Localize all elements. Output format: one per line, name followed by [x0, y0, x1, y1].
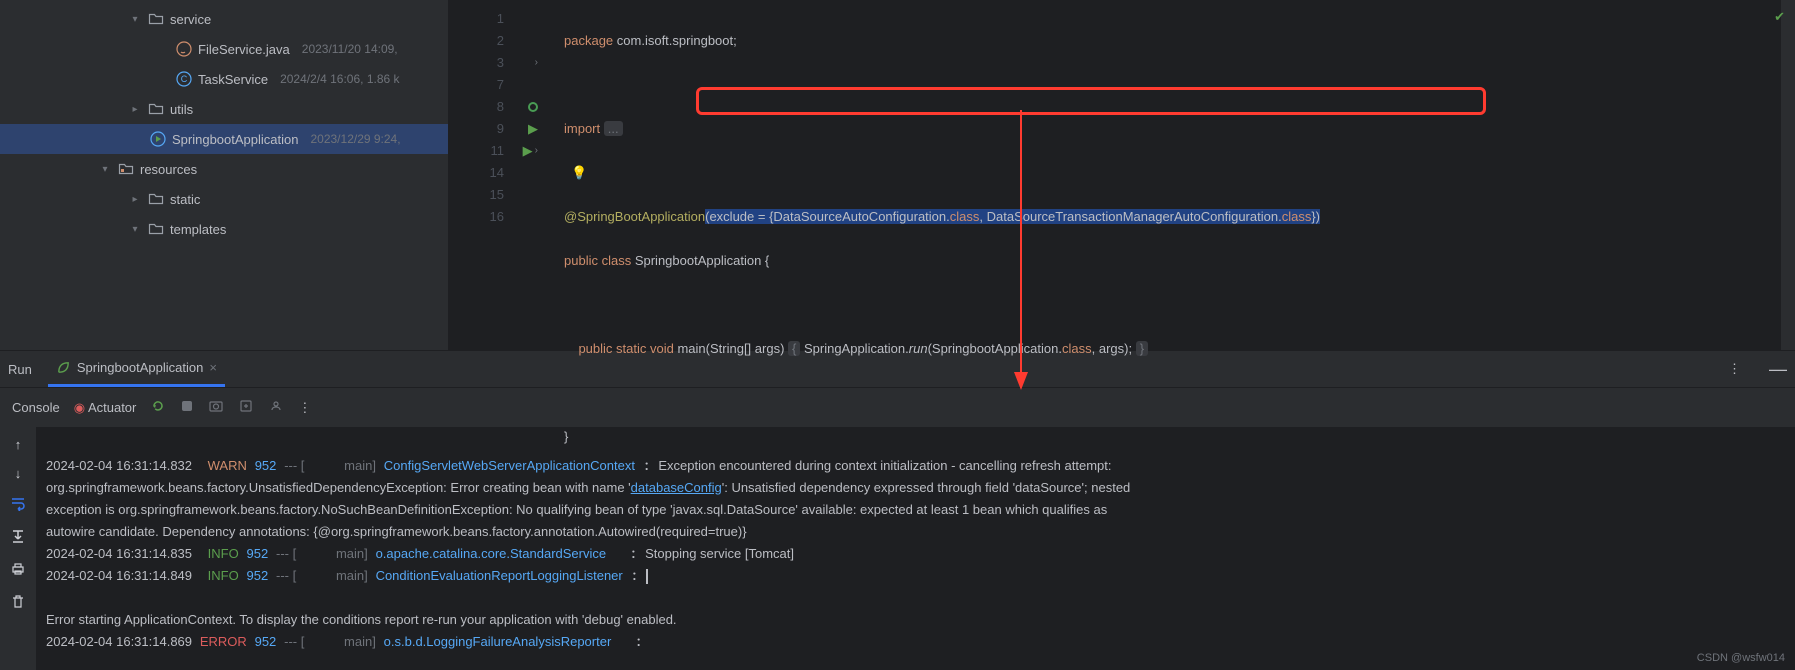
code-editor[interactable]: 1 2 3› 7 8 9▶ 11▶› 14 15 16 package com.… — [448, 0, 1795, 350]
tree-folder-resources[interactable]: ▾ resources — [0, 154, 448, 184]
tree-label: TaskService — [198, 72, 268, 87]
tree-folder-service[interactable]: ▾ service — [0, 4, 448, 34]
chevron-down-icon: ▾ — [128, 224, 142, 235]
log-line: 2024-02-04 16:31:14.835 — [46, 546, 192, 561]
folder-icon — [148, 101, 164, 117]
rerun-icon[interactable] — [150, 398, 166, 417]
chevron-down-icon: ▾ — [98, 164, 112, 175]
spring-leaf-icon — [56, 360, 71, 375]
tree-meta: 2024/2/4 16:06, 1.86 k — [280, 72, 399, 86]
resources-folder-icon — [118, 161, 134, 177]
tree-file-springbootapplication[interactable]: SpringbootApplication 2023/12/29 9:24, — [0, 124, 448, 154]
line-number: 16 — [448, 206, 510, 228]
more-icon[interactable]: ⋮ — [298, 400, 311, 416]
java-class-blue-icon: C — [176, 71, 192, 87]
tree-label: templates — [170, 222, 226, 237]
log-line: org.springframework.beans.factory.Unsati… — [46, 480, 631, 495]
folder-icon — [148, 221, 164, 237]
heap-icon[interactable] — [268, 398, 284, 417]
tree-label: static — [170, 192, 200, 207]
tree-folder-templates[interactable]: ▾ templates — [0, 214, 448, 244]
tree-label: utils — [170, 102, 193, 117]
line-number: 8 — [448, 96, 510, 118]
line-number: 2 — [448, 30, 510, 52]
export-icon[interactable] — [238, 398, 254, 417]
actuator-tab[interactable]: ◉ Actuator — [74, 400, 137, 416]
close-tab-icon[interactable]: × — [209, 360, 217, 375]
project-tree[interactable]: ▾ service FileService.java 2023/11/20 14… — [0, 0, 448, 350]
red-highlight-box — [696, 87, 1486, 115]
tree-label: service — [170, 12, 211, 27]
tree-file-taskservice[interactable]: C TaskService 2024/2/4 16:06, 1.86 k — [0, 64, 448, 94]
run-title: Run — [8, 362, 32, 377]
code-text: SpringbootApplication — [635, 253, 761, 268]
line-number: 3› — [448, 52, 510, 74]
watermark: CSDN @wsfw014 — [1697, 652, 1785, 664]
console-tab[interactable]: Console — [12, 400, 60, 415]
tree-label: resources — [140, 162, 197, 177]
stop-icon[interactable] — [180, 399, 194, 416]
log-line: 2024-02-04 16:31:14.849 — [46, 568, 192, 583]
checkmark-icon: ✔ — [1774, 6, 1785, 28]
editor-scrollmap[interactable] — [1781, 0, 1795, 350]
line-number: 9▶ — [448, 118, 510, 140]
log-line: 2024-02-04 16:31:14.832 — [46, 458, 192, 473]
run-sidebar: ↑ ↓ — [0, 427, 36, 670]
tree-folder-static[interactable]: ▸ static — [0, 184, 448, 214]
code-text: main — [677, 341, 705, 356]
java-class-icon — [176, 41, 192, 57]
run-tab-label: SpringbootApplication — [77, 360, 203, 375]
tree-label: FileService.java — [198, 42, 290, 57]
tree-folder-utils[interactable]: ▸ utils — [0, 94, 448, 124]
folder-icon — [148, 11, 164, 27]
log-line: Error starting ApplicationContext. To di… — [46, 612, 677, 627]
soft-wrap-icon[interactable] — [10, 495, 26, 514]
line-number: 7 — [448, 74, 510, 96]
line-number: 15 — [448, 184, 510, 206]
svg-text:C: C — [181, 74, 188, 84]
tree-label: SpringbootApplication — [172, 132, 298, 147]
folder-icon — [148, 191, 164, 207]
chevron-right-icon: ▸ — [128, 194, 142, 205]
log-line: 2024-02-04 16:31:14.869 — [46, 634, 192, 649]
line-number: 1 — [448, 8, 510, 30]
code-text: com.isoft.springboot — [617, 33, 733, 48]
code-text: package — [564, 33, 613, 48]
chevron-down-icon: ▾ — [128, 14, 142, 25]
line-number: 11▶› — [448, 140, 510, 162]
folded-import-icon[interactable]: ... — [604, 121, 623, 136]
code-area[interactable]: package com.isoft.springboot; import ...… — [518, 0, 1781, 350]
lightbulb-icon[interactable]: 💡 — [571, 165, 587, 180]
run-class-icon — [150, 131, 166, 147]
code-text: @SpringBootApplication — [564, 209, 705, 224]
tree-meta: 2023/11/20 14:09, — [302, 42, 398, 56]
up-arrow-icon[interactable]: ↑ — [15, 437, 22, 452]
run-tab[interactable]: SpringbootApplication × — [48, 351, 225, 387]
line-number: 14 — [448, 162, 510, 184]
tree-file-fileservice[interactable]: FileService.java 2023/11/20 14:09, — [0, 34, 448, 64]
print-icon[interactable] — [10, 561, 26, 580]
camera-icon[interactable] — [208, 398, 224, 417]
tree-meta: 2023/12/29 9:24, — [310, 132, 400, 146]
code-text: import — [564, 121, 600, 136]
down-arrow-icon[interactable]: ↓ — [15, 466, 22, 481]
chevron-right-icon: ▸ — [128, 104, 142, 115]
gutter: 1 2 3› 7 8 9▶ 11▶› 14 15 16 — [448, 0, 518, 350]
trash-icon[interactable] — [10, 594, 26, 613]
scroll-to-end-icon[interactable] — [10, 528, 26, 547]
